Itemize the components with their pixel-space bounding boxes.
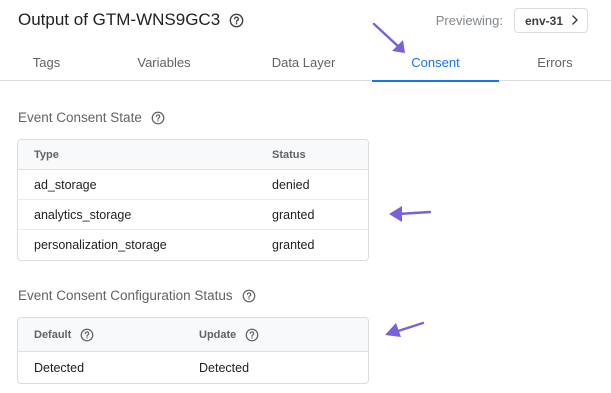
column-header-default: Default [18, 327, 183, 342]
consent-status: denied [272, 177, 310, 192]
column-header-default-label: Default [34, 328, 72, 341]
preview-environment: Previewing: env-31 [436, 8, 588, 33]
default-status: Detected [34, 360, 85, 375]
consent-state-table: Type Status ad_storage denied analytics_… [17, 139, 369, 261]
table-header: Type Status [18, 140, 368, 170]
help-circle-icon[interactable] [229, 13, 244, 28]
consent-state-heading: Event Consent State [18, 110, 166, 125]
table-row: ad_storage denied [18, 170, 368, 200]
consent-type: analytics_storage [34, 207, 132, 222]
tab-bar: Tags Variables Data Layer Consent Errors [0, 43, 611, 82]
annotation-arrow-icon [372, 22, 405, 53]
config-status-table: Default Update Detected Detected [17, 317, 369, 384]
tab-errors[interactable]: Errors [499, 43, 611, 81]
config-status-heading-text: Event Consent Configuration Status [18, 288, 233, 303]
annotation-arrow-icon [389, 206, 432, 222]
environment-selector-button[interactable]: env-31 [513, 8, 588, 33]
consent-state-heading-text: Event Consent State [18, 110, 142, 125]
tab-data-layer[interactable]: Data Layer [235, 43, 372, 81]
table-row: analytics_storage granted [18, 200, 368, 230]
previewing-label: Previewing: [435, 13, 503, 28]
help-circle-icon[interactable] [151, 110, 166, 125]
tab-tags[interactable]: Tags [0, 43, 93, 81]
consent-type: ad_storage [34, 177, 97, 192]
help-circle-icon[interactable] [244, 327, 259, 342]
column-header-update-label: Update [199, 328, 237, 341]
chevron-right-icon [571, 14, 579, 28]
help-circle-icon[interactable] [79, 327, 94, 342]
consent-status: granted [272, 238, 315, 252]
table-row: personalization_storage granted [18, 230, 368, 260]
page-title: Output of GTM-WNS9GC3 [18, 10, 221, 29]
tag-assistant-output-panel: Output of GTM-WNS9GC3 Previewing: env-31… [0, 0, 611, 393]
consent-status: granted [272, 207, 315, 222]
column-header-type: Type [34, 148, 59, 161]
tab-variables[interactable]: Variables [93, 43, 235, 81]
annotation-arrow-icon [385, 321, 425, 337]
config-status-heading: Event Consent Configuration Status [18, 288, 257, 303]
help-circle-icon[interactable] [242, 288, 257, 303]
environment-label: env-31 [524, 13, 563, 28]
page-title-area: Output of GTM-WNS9GC3 [18, 10, 244, 30]
table-header: Default Update [18, 318, 368, 352]
table-row: Detected Detected [18, 352, 368, 383]
column-header-update: Update [183, 327, 368, 342]
consent-type: personalization_storage [34, 238, 167, 252]
column-header-status: Status [272, 148, 306, 161]
update-status: Detected [199, 360, 250, 375]
